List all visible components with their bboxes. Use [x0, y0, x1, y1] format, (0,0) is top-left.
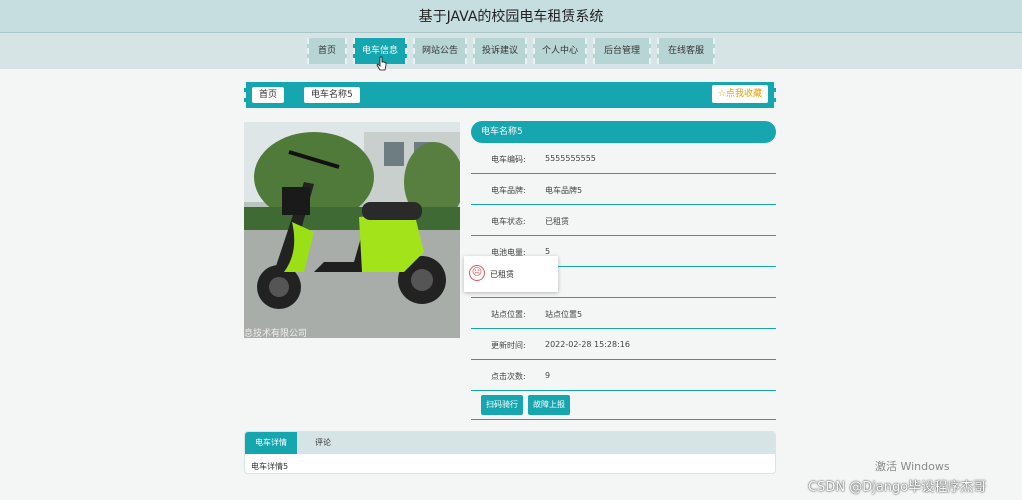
nav-complaints[interactable]: 投诉建议 [473, 38, 527, 64]
site-header: 基于JAVA的校园电车租赁系统 [0, 0, 1022, 33]
row-label: 更新时间: [491, 341, 526, 350]
scooter-photo [244, 122, 460, 338]
row-label: 电车编码: [491, 155, 526, 164]
tab-details[interactable]: 电车详情 [245, 432, 297, 454]
report-fault-button[interactable]: 故障上报 [528, 395, 570, 415]
row-label: 电车品牌: [491, 186, 526, 195]
row-value: 2022-02-28 15:28:16 [545, 340, 630, 349]
toast-text: 已租赁 [490, 270, 514, 279]
info-row: 点击次数: 9 [471, 360, 776, 391]
breadcrumb-current: 电车名称5 [304, 87, 360, 103]
divider [471, 419, 776, 420]
photo-watermark: 息技术有限公司 [244, 329, 308, 339]
row-value: 已租赁 [545, 217, 569, 226]
scan-ride-button[interactable]: 扫码骑行 [481, 395, 523, 415]
info-row: 站点位置: 站点位置5 [471, 298, 776, 329]
row-value: 9 [545, 371, 551, 380]
breadcrumb-home[interactable]: 首页 [252, 87, 285, 103]
info-row: 电车编码: 5555555555 [471, 143, 776, 174]
row-label: 点击次数: [491, 372, 526, 381]
site-title: 基于JAVA的校园电车租赁系统 [418, 9, 604, 25]
row-value: 电车品牌5 [545, 186, 583, 195]
tab-content: 电车详情5 [251, 462, 289, 471]
info-row: 更新时间: 2022-02-28 15:28:16 [471, 329, 776, 360]
csdn-watermark: CSDN @Django毕设程序杰哥 [808, 480, 987, 495]
breadcrumb: 首页 电车名称5 ☆点我收藏 [244, 82, 776, 108]
nav-home[interactable]: 首页 [307, 38, 347, 64]
row-value: 5555555555 [545, 154, 596, 163]
row-value: 站点位置5 [545, 310, 583, 319]
nav-user-center[interactable]: 个人中心 [533, 38, 587, 64]
detail-tabs: 电车详情 评论 电车详情5 [244, 431, 776, 474]
nav-announcements[interactable]: 网站公告 [413, 38, 467, 64]
nav-customer-service[interactable]: 在线客服 [657, 38, 715, 64]
favorite-button[interactable]: ☆点我收藏 [711, 85, 768, 103]
scooter-name-header: 电车名称5 [471, 121, 776, 143]
windows-activation-watermark: 激活 Windows [875, 460, 950, 473]
nav-admin[interactable]: 后台管理 [593, 38, 651, 64]
sad-face-icon: ☹ [469, 265, 485, 281]
tab-comments[interactable]: 评论 [305, 432, 341, 454]
mouse-cursor-icon [376, 56, 388, 75]
row-value: 5 [545, 247, 551, 256]
row-label: 站点位置: [491, 310, 526, 319]
info-row: 电车状态: 已租赁 [471, 205, 776, 236]
info-row: 电车品牌: 电车品牌5 [471, 174, 776, 205]
row-label: 电车状态: [491, 217, 526, 226]
status-toast: ☹ 已租赁 [464, 256, 558, 292]
main-nav: 首页 电车信息 网站公告 投诉建议 个人中心 后台管理 在线客服 [0, 33, 1022, 69]
